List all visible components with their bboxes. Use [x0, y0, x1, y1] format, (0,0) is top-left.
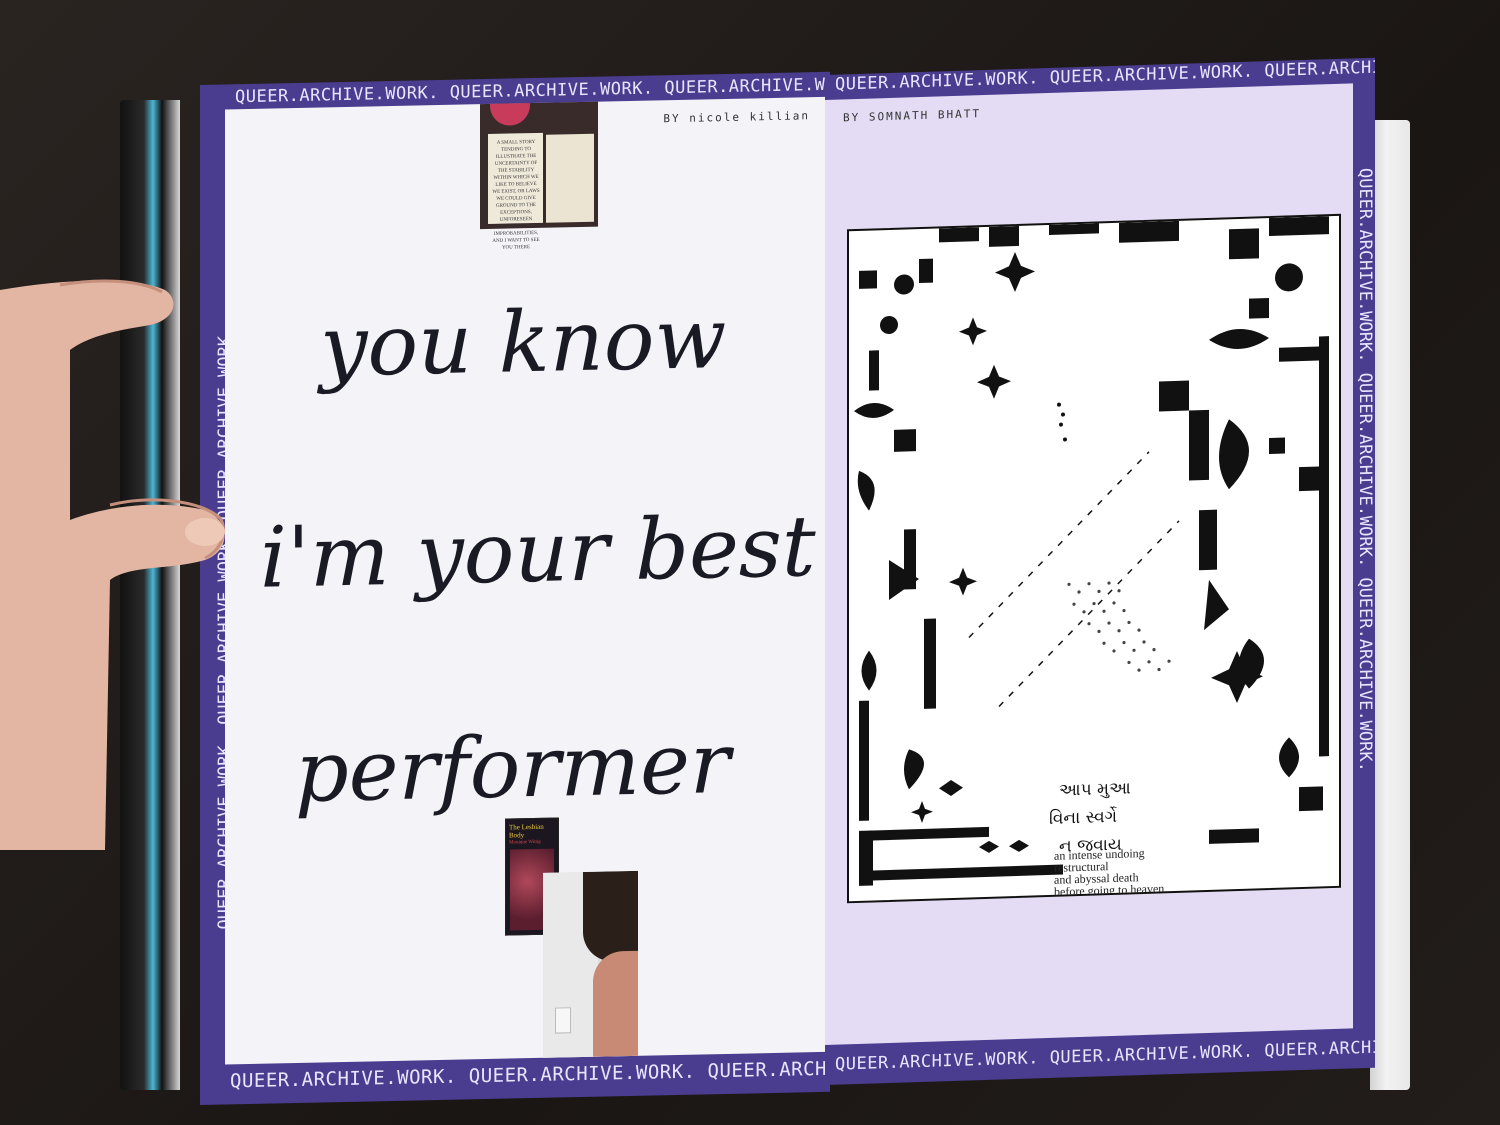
headline-line-2: i'm your best — [260, 497, 816, 607]
left-page-content: BY nicole killian A SMALL STORY TENDING … — [225, 96, 830, 1065]
shoe-image — [490, 103, 530, 126]
open-zine: QUEER.ARCHIVE.WORK. QUEER.ARCHIVE.WORK. … — [120, 57, 1410, 1106]
book-cover-title: The Lesbian Body — [509, 822, 544, 840]
right-page-content: BY SOMNATH BHATT આપ મુઆ વિના સ્વર્ગે ન જ… — [825, 83, 1353, 1046]
shoulder — [593, 950, 638, 1057]
book-page-right — [546, 133, 594, 223]
byline: BY SOMNATH BHATT — [843, 107, 981, 125]
book-excerpt: A SMALL STORY TENDING TO ILLUSTRATE THE … — [492, 139, 540, 251]
right-page: QUEER.ARCHIVE.WORK. QUEER.ARCHIVE.WORK. … — [825, 57, 1375, 1085]
poster-caption: an intense undoing restructural and abys… — [1054, 846, 1168, 899]
left-page: QUEER.ARCHIVE.WORK. QUEER.ARCHIVE.WORK. … — [200, 71, 830, 1106]
page-stack-right — [1370, 120, 1410, 1090]
light-switch-icon — [555, 1007, 571, 1034]
byline: BY nicole killian — [663, 109, 810, 126]
gujarati-line-2: વિના સ્વર્ગે — [1049, 806, 1118, 829]
book-cover-author: Monique Wittig — [509, 839, 541, 846]
open-book-photo: A SMALL STORY TENDING TO ILLUSTRATE THE … — [480, 101, 598, 251]
band-vertical-right: QUEER.ARCHIVE.WORK. QUEER.ARCHIVE.WORK. … — [1355, 167, 1375, 773]
back-photo — [543, 870, 638, 1058]
hair — [583, 870, 638, 962]
headline-line-3: performer — [295, 713, 730, 822]
pattern-poster: આપ મુઆ વિના સ્વર્ગે ન જવાય an intense un… — [847, 213, 1341, 904]
hand-photo — [0, 279, 225, 850]
gujarati-line-1: આપ મુઆ — [1059, 778, 1131, 801]
caption-line-4: before going to heaven. — [1054, 881, 1168, 899]
headline-line-1: you know — [320, 288, 727, 396]
